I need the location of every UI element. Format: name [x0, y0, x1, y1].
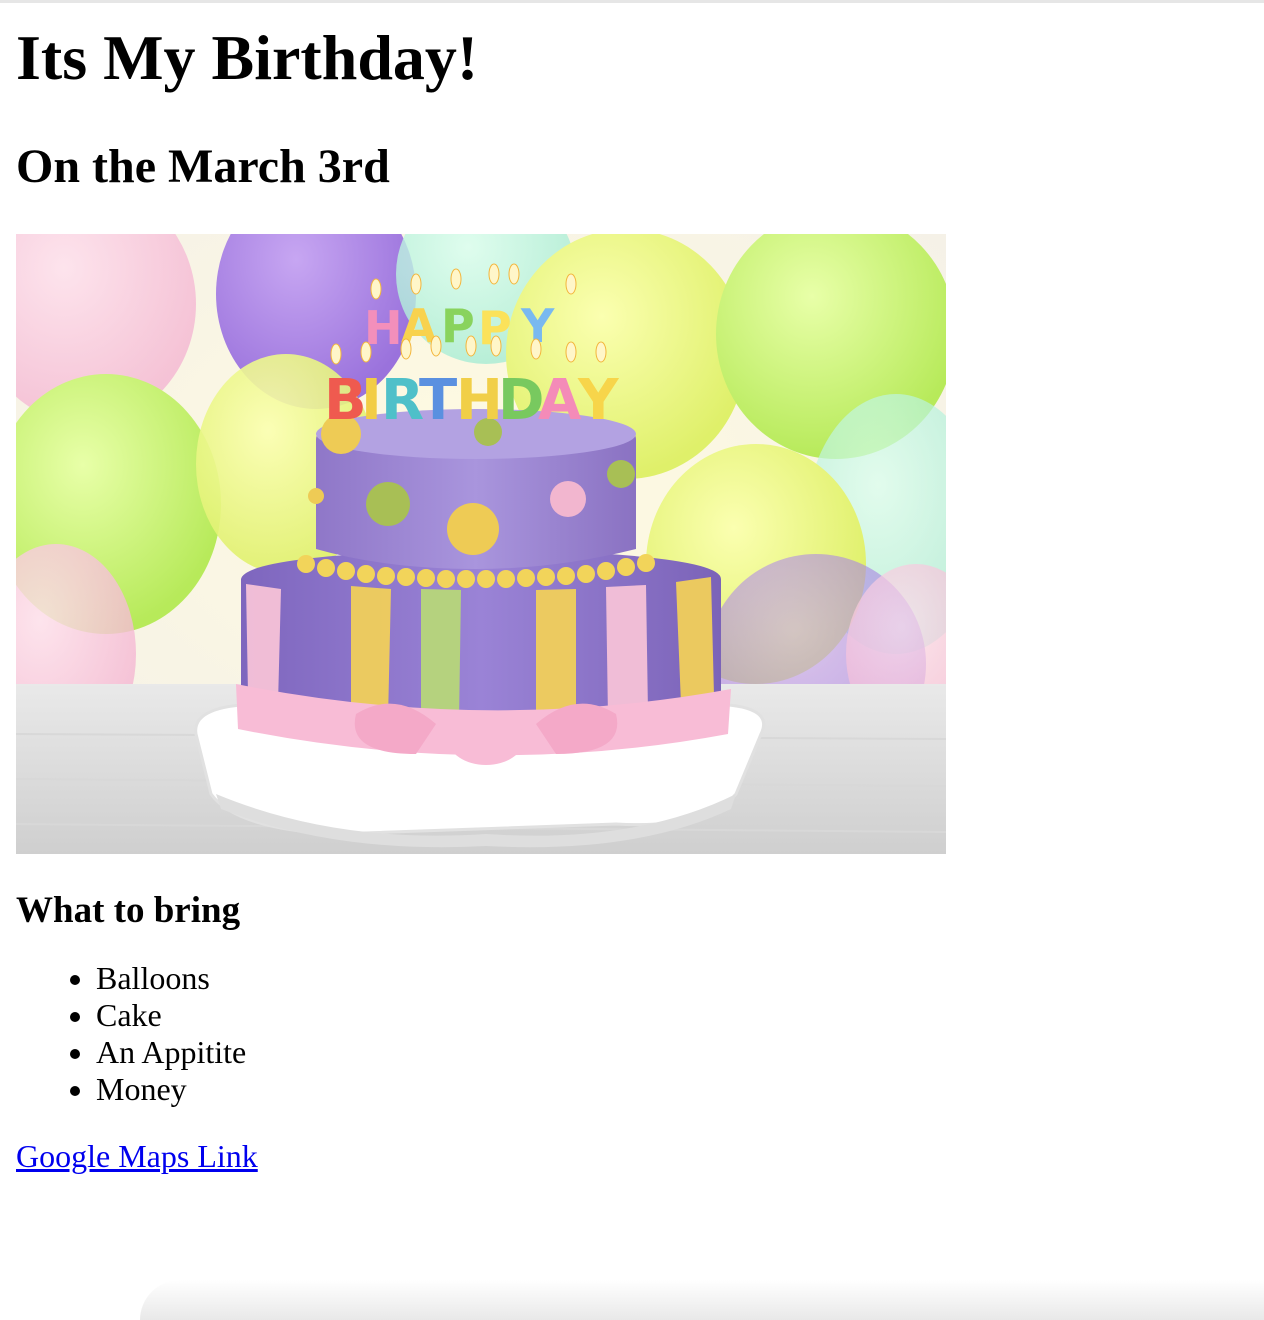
birthday-cake-image: H A P P Y B I R T H D A Y [16, 234, 946, 854]
event-date-heading: On the March 3rd [16, 140, 390, 193]
what-to-bring-heading: What to bring [16, 890, 241, 931]
list-item: An Appitite [70, 1034, 1246, 1071]
bullet-icon [70, 1012, 80, 1022]
bring-list: Balloons Cake An Appitite Money [16, 960, 1246, 1108]
svg-text:A: A [538, 368, 582, 433]
svg-text:T: T [419, 368, 457, 433]
list-item: Cake [70, 997, 1246, 1034]
page-content: Its My Birthday! On the March 3rd H A P … [16, 22, 1246, 1175]
svg-text:R: R [381, 368, 424, 433]
svg-text:H: H [456, 368, 503, 433]
list-item: Money [70, 1071, 1246, 1108]
list-item: Balloons [70, 960, 1246, 997]
window-bottom-shadow [140, 1280, 1264, 1320]
bullet-icon [70, 975, 80, 985]
window-top-border [0, 0, 1264, 3]
google-maps-link[interactable]: Google Maps Link [16, 1138, 258, 1175]
bullet-icon [70, 1086, 80, 1096]
svg-text:I: I [361, 368, 382, 433]
page-title: Its My Birthday! [16, 22, 479, 93]
bullet-icon [70, 1049, 80, 1059]
svg-text:Y: Y [577, 368, 620, 433]
